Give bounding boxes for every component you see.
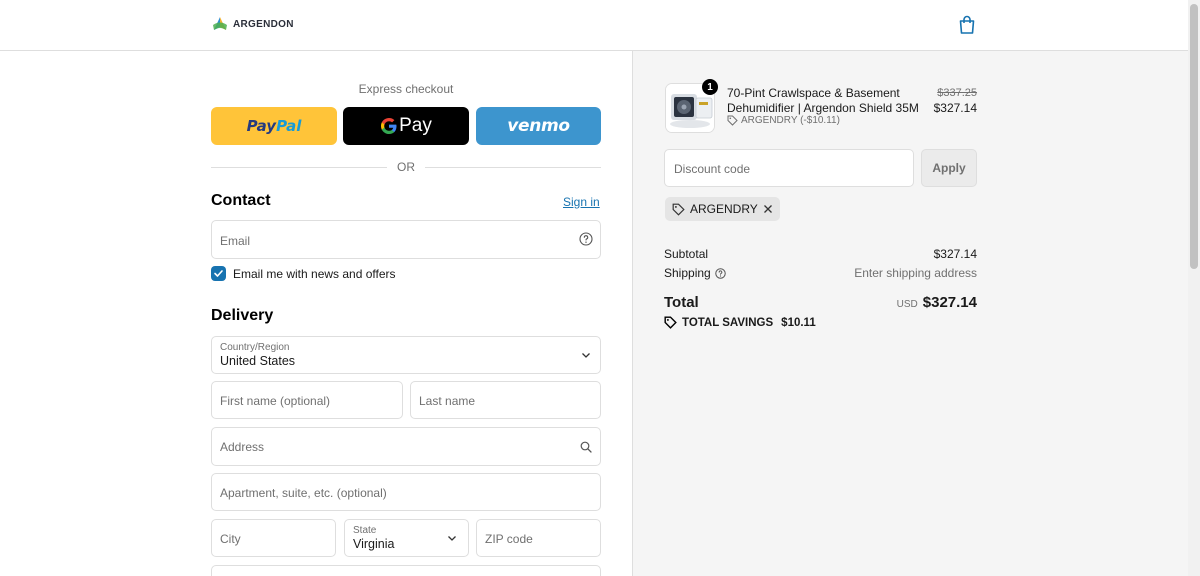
phone-field[interactable] [211,565,601,576]
apply-discount-button[interactable]: Apply [921,149,977,187]
newsletter-checkbox[interactable] [211,266,226,281]
subtotal-value: $327.14 [933,247,977,261]
brand-logo-icon [213,17,227,30]
paypal-button[interactable]: PayPal [211,107,337,145]
shipping-row: Shipping Enter shipping address [664,266,977,280]
discount-code-input[interactable]: Discount code [664,149,914,187]
apartment-field[interactable]: Apartment, suite, etc. (optional) [211,473,601,511]
total-value: $327.14 [922,294,977,311]
subtotal-label: Subtotal [664,247,709,261]
total-row: Total USD $327.14 [664,294,977,311]
contact-heading: Contact [211,192,271,209]
product-discount: ARGENDRY (-$10.11) [727,115,840,126]
city-field[interactable]: City [211,519,336,557]
subtotal-row: Subtotal $327.14 [664,247,977,261]
chevron-down-icon [582,353,590,358]
chevron-down-icon [448,536,456,541]
total-label: Total [664,294,699,311]
close-icon[interactable] [763,204,773,214]
help-circle-icon[interactable] [714,267,726,279]
city-placeholder: City [220,532,241,546]
sign-in-link[interactable]: Sign in [563,195,600,209]
scrollbar[interactable] [1188,0,1200,576]
shipping-value: Enter shipping address [854,266,977,280]
express-checkout-label: Express checkout [358,82,454,96]
tag-icon [672,203,685,216]
brand-name: ARGENDON [233,18,294,30]
state-value: Virginia [353,537,395,551]
newsletter-label: Email me with news and offers [233,266,396,281]
shopping-bag-icon[interactable] [958,15,976,35]
shipping-label: Shipping [664,266,711,280]
total-currency: USD [896,299,918,310]
state-select[interactable]: State Virginia [344,519,469,557]
applied-code-text: ARGENDRY [690,202,758,216]
venmo-button[interactable]: venmo [476,107,601,145]
savings-value: $10.11 [781,316,816,329]
email-field[interactable]: Email [211,220,601,259]
address-placeholder: Address [220,440,265,454]
paypal-logo: PayPal [246,117,302,135]
country-value: United States [220,354,296,368]
search-icon [580,441,592,453]
original-price: $337.25 [937,87,977,99]
venmo-logo: venmo [507,116,570,136]
final-price: $327.14 [933,101,977,115]
country-label: Country/Region [220,342,290,353]
delivery-heading: Delivery [211,307,274,324]
discount-code-placeholder: Discount code [674,162,751,176]
order-summary-panel [632,51,1188,576]
country-select[interactable]: Country/Region United States [211,336,601,374]
tag-icon [727,115,738,126]
google-g-icon [381,118,397,134]
first-name-placeholder: First name (optional) [220,394,331,408]
quantity-badge: 1 [702,79,718,95]
checkmark-icon [214,270,223,277]
tag-icon [664,316,677,329]
zip-field[interactable]: ZIP code [476,519,601,557]
help-circle-icon[interactable] [579,232,593,246]
google-pay-logo: Pay [380,115,432,137]
google-pay-button[interactable]: Pay [343,107,469,145]
email-placeholder: Email [220,234,251,248]
product-name: 70-Pint Crawlspace & Basement Dehumidifi… [727,86,919,115]
state-label: State [353,525,377,536]
zip-placeholder: ZIP code [485,532,533,546]
last-name-placeholder: Last name [419,394,476,408]
brand-logo[interactable]: ARGENDON [211,16,294,32]
or-divider: OR [211,160,601,174]
scrollbar-thumb[interactable] [1190,4,1198,269]
address-field[interactable]: Address [211,427,601,466]
first-name-field[interactable]: First name (optional) [211,381,403,419]
savings-label: TOTAL SAVINGS [682,316,774,329]
newsletter-checkbox-row[interactable]: Email me with news and offers [211,266,396,281]
total-savings: TOTAL SAVINGS $10.11 [664,316,816,329]
applied-code-chip: ARGENDRY [665,197,780,221]
apartment-placeholder: Apartment, suite, etc. (optional) [220,486,387,500]
header: ARGENDON [0,0,1188,51]
last-name-field[interactable]: Last name [410,381,601,419]
